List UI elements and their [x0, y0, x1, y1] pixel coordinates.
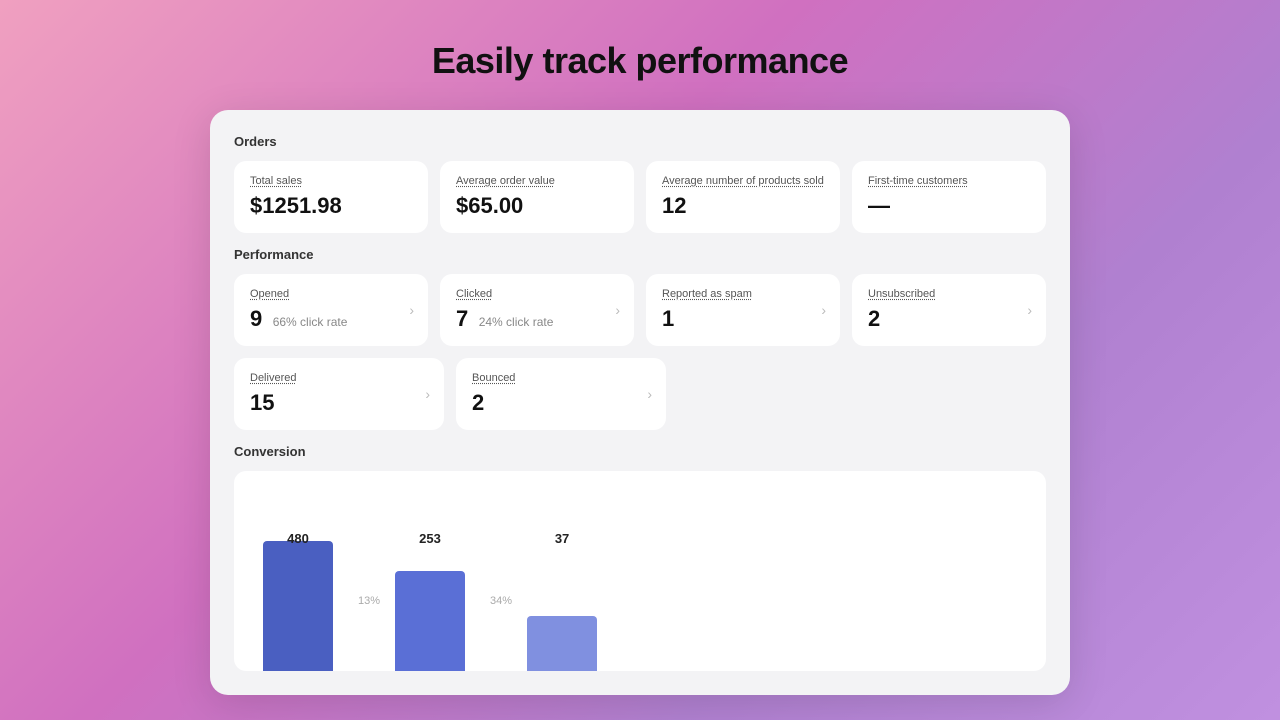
- bounced-value: 2: [472, 390, 484, 415]
- pct-label-34: 34%: [490, 595, 512, 607]
- orders-cards-row: Total sales $1251.98 Average order value…: [234, 161, 1046, 233]
- bar-wrapper-2: 253: [390, 531, 470, 671]
- bar-2: [395, 571, 465, 671]
- card-avg-order-value-display: $65.00: [456, 193, 618, 219]
- card-avg-products-sold[interactable]: Average number of products sold 12: [646, 161, 840, 233]
- card-avg-order-value[interactable]: Average order value $65.00: [440, 161, 634, 233]
- opened-sub: 66% click rate: [273, 315, 348, 329]
- delivered-arrow-icon: ›: [425, 386, 430, 402]
- page-title: Easily track performance: [432, 40, 848, 82]
- unsubscribed-value: 2: [868, 306, 880, 331]
- chart-inner: 480 13% 253 34% 37: [258, 501, 1022, 671]
- bar-wrapper-1: 480: [258, 531, 338, 671]
- card-total-sales[interactable]: Total sales $1251.98: [234, 161, 428, 233]
- opened-value: 9: [250, 306, 262, 331]
- avg-order-amount: $65.00: [456, 193, 523, 218]
- pct-13-text: 13%: [358, 595, 380, 607]
- conversion-section: Conversion 480 13% 253: [234, 444, 1046, 671]
- card-opened[interactable]: Opened 9 66% click rate ›: [234, 274, 428, 346]
- empty-placeholder-2: [868, 358, 1046, 430]
- reported-spam-arrow-icon: ›: [821, 302, 826, 318]
- performance-section: Performance Opened 9 66% click rate › Cl…: [234, 247, 1046, 430]
- orders-section: Orders Total sales $1251.98 Average orde…: [234, 134, 1046, 233]
- card-avg-products-value-display: 12: [662, 193, 824, 219]
- card-reported-spam-value-row: 1: [662, 306, 824, 332]
- bar-wrapper-3: 37: [522, 531, 602, 671]
- clicked-value: 7: [456, 306, 468, 331]
- avg-products-number: 12: [662, 193, 686, 218]
- card-delivered-title: Delivered: [250, 372, 428, 384]
- card-first-time-customers[interactable]: First-time customers —: [852, 161, 1046, 233]
- card-avg-order-title: Average order value: [456, 175, 618, 187]
- first-time-value: —: [868, 193, 890, 218]
- orders-label: Orders: [234, 134, 1046, 149]
- card-first-time-title: First-time customers: [868, 175, 1030, 187]
- dashboard-container: Orders Total sales $1251.98 Average orde…: [210, 110, 1070, 695]
- bar2-value-label: 253: [419, 531, 441, 546]
- performance-label: Performance: [234, 247, 1046, 262]
- bar1-value-label: 480: [287, 531, 309, 546]
- card-clicked[interactable]: Clicked 7 24% click rate ›: [440, 274, 634, 346]
- card-bounced-title: Bounced: [472, 372, 650, 384]
- unsubscribed-arrow-icon: ›: [1027, 302, 1032, 318]
- card-reported-spam-title: Reported as spam: [662, 288, 824, 300]
- reported-spam-value: 1: [662, 306, 674, 331]
- card-total-sales-value: $1251.98: [250, 193, 412, 219]
- card-unsubscribed-title: Unsubscribed: [868, 288, 1030, 300]
- clicked-sub: 24% click rate: [479, 315, 554, 329]
- card-bounced[interactable]: Bounced 2 ›: [456, 358, 666, 430]
- bar3-value-label: 37: [555, 531, 569, 546]
- total-sales-amount: $1251.98: [250, 193, 342, 218]
- empty-placeholder-1: [678, 358, 856, 430]
- bounced-arrow-icon: ›: [647, 386, 652, 402]
- card-opened-value-row: 9 66% click rate: [250, 306, 412, 332]
- card-total-sales-title: Total sales: [250, 175, 412, 187]
- clicked-arrow-icon: ›: [615, 302, 620, 318]
- delivered-value: 15: [250, 390, 274, 415]
- opened-arrow-icon: ›: [409, 302, 414, 318]
- pct-label-13: 13%: [358, 595, 380, 607]
- card-delivered-value-row: 15: [250, 390, 428, 416]
- performance-row1: Opened 9 66% click rate › Clicked 7 24% …: [234, 274, 1046, 346]
- performance-row2: Delivered 15 › Bounced 2 ›: [234, 358, 1046, 430]
- conversion-chart: 480 13% 253 34% 37: [234, 471, 1046, 671]
- bar-1: [263, 541, 333, 671]
- card-delivered[interactable]: Delivered 15 ›: [234, 358, 444, 430]
- card-first-time-value-display: —: [868, 193, 1030, 219]
- card-opened-title: Opened: [250, 288, 412, 300]
- bar-3: [527, 616, 597, 671]
- card-unsubscribed[interactable]: Unsubscribed 2 ›: [852, 274, 1046, 346]
- card-reported-spam[interactable]: Reported as spam 1 ›: [646, 274, 840, 346]
- card-bounced-value-row: 2: [472, 390, 650, 416]
- pct-34-text: 34%: [490, 595, 512, 607]
- card-unsubscribed-value-row: 2: [868, 306, 1030, 332]
- card-avg-products-title: Average number of products sold: [662, 175, 824, 187]
- card-clicked-value-row: 7 24% click rate: [456, 306, 618, 332]
- conversion-label: Conversion: [234, 444, 1046, 459]
- card-clicked-title: Clicked: [456, 288, 618, 300]
